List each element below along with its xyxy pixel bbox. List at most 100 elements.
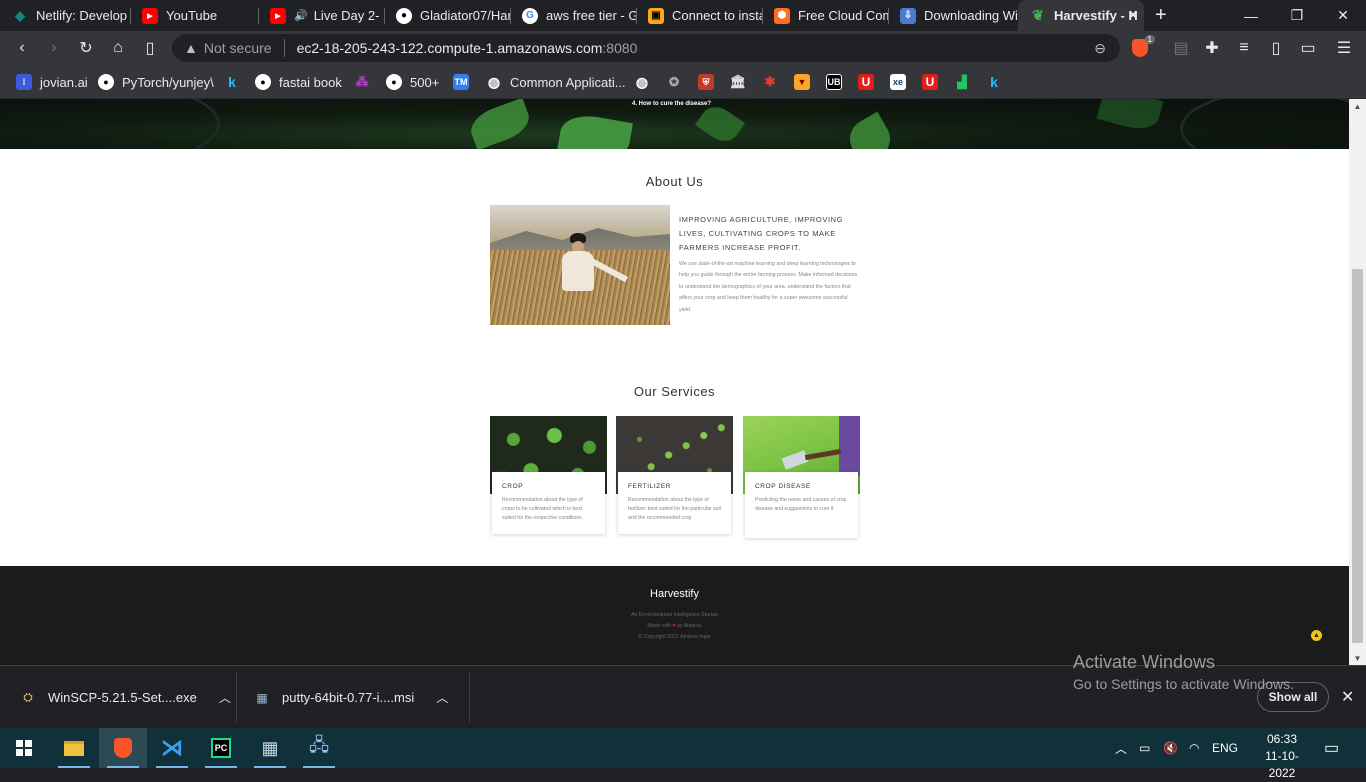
bookmark-pytorch[interactable]: ● PyTorch/yunjey\ <box>98 72 214 92</box>
bookmark-u2[interactable]: U <box>922 72 938 92</box>
badge-icon: ▼ <box>794 74 810 90</box>
language-indicator[interactable]: ENG <box>1212 728 1238 768</box>
u-icon: U <box>922 74 938 90</box>
tab-downloading[interactable]: ⇩ Downloading Wi <box>888 0 1018 31</box>
sidebar-icon[interactable]: ▯ <box>1265 37 1287 59</box>
scroll-down-icon[interactable]: ▼ <box>1349 651 1366 665</box>
scroll-up-icon[interactable]: ▲ <box>1349 99 1366 113</box>
cloud-hex-icon: ⬢ <box>774 7 790 24</box>
github-icon: ● <box>98 74 114 90</box>
menu-icon[interactable]: ☰ <box>1333 37 1355 59</box>
rewards-icon[interactable]: ▤ <box>1170 37 1192 59</box>
back-to-top-icon[interactable]: ▲ <box>1311 630 1322 641</box>
network-tool-icon[interactable]: 🖧 <box>295 728 343 768</box>
download-filename: putty-64bit-0.77-i....msi <box>282 690 415 705</box>
bookmark-xe[interactable]: xe <box>890 72 906 92</box>
bookmark-kaggle[interactable]: k <box>224 72 240 92</box>
service-card-crop-disease[interactable]: Crop Disease Predicting the name and cau… <box>743 416 860 538</box>
bookmark-kaggle-2[interactable]: k <box>986 72 1002 92</box>
warning-icon[interactable]: ▲ <box>184 40 198 56</box>
tray-chevron-icon[interactable]: ︿ <box>1115 728 1127 768</box>
tab-title: Netlify: Develop <box>36 8 128 23</box>
bookmark-jovian[interactable]: ⁞ jovian.ai <box>16 72 88 92</box>
bookmark-tm[interactable]: TM <box>453 72 469 92</box>
extensions-icon[interactable]: ✚ <box>1201 37 1223 59</box>
bookmark-building[interactable]: 🏛 <box>730 72 747 92</box>
bookmark-shield[interactable]: ⛨ <box>698 72 714 92</box>
bars-icon: ▟ <box>957 75 967 89</box>
address-bar[interactable]: ▲ Not secure ec2-18-205-243-122.compute-… <box>172 34 1120 62</box>
close-tab-icon[interactable]: ✕ <box>1128 8 1138 22</box>
maple-icon: ✱ <box>764 74 776 89</box>
close-window-button[interactable]: ✕ <box>1320 0 1366 31</box>
reload-icon[interactable]: ↻ <box>75 37 97 59</box>
new-tab-button[interactable]: + <box>1155 4 1167 27</box>
wifi-icon[interactable]: ◠ <box>1189 728 1199 768</box>
home-icon[interactable]: ⌂ <box>107 37 129 59</box>
jovian-icon: ⁞ <box>16 74 32 90</box>
download-winscp[interactable]: ⛭ WinSCP-5.21.5-Set....exe ︿ <box>20 666 231 729</box>
tab-harvestify[interactable]: ❦ Harvestify - H ✕ <box>1018 0 1144 31</box>
bookmark-ub[interactable]: UB <box>826 72 842 92</box>
start-icon[interactable] <box>0 728 48 768</box>
brave-browser-icon[interactable] <box>99 728 147 768</box>
vscode-icon[interactable]: ⋊ <box>148 728 196 768</box>
tab-live-day[interactable]: ▶ 🔊 Live Day 2- D <box>258 0 384 31</box>
tab-title: Connect to instan <box>672 8 762 23</box>
google-icon: G <box>522 7 538 24</box>
brave-shield-icon[interactable]: 1 <box>1129 35 1155 59</box>
minimize-button[interactable]: — <box>1228 0 1274 31</box>
footer-brand[interactable]: Harvestify <box>0 588 1349 600</box>
page-scrollbar[interactable]: ▲ ▼ <box>1349 99 1366 665</box>
putty-app-icon[interactable]: ▦ <box>246 728 294 768</box>
leaf-icon: ❦ <box>1032 7 1044 23</box>
chevron-up-icon[interactable]: ︿ <box>219 689 231 706</box>
services-title: Our Services <box>633 384 716 399</box>
bookmark-maple[interactable]: ✱ <box>762 72 778 92</box>
forward-icon[interactable]: › <box>43 37 65 59</box>
tab-google[interactable]: G aws free tier - Go <box>510 0 636 31</box>
back-icon[interactable]: ‹ <box>11 37 33 59</box>
bookmark-badge[interactable]: ▼ <box>794 72 810 92</box>
notification-icon[interactable]: ▭ <box>1324 728 1339 768</box>
download-putty[interactable]: ▦ putty-64bit-0.77-i....msi ︿ <box>254 666 448 729</box>
bookmark-fastai[interactable]: ● fastai book <box>255 72 342 92</box>
youtube-icon: ▶ <box>142 7 158 24</box>
bookmark-bars[interactable]: ▟ <box>954 72 970 92</box>
security-label[interactable]: Not secure <box>204 40 272 56</box>
file-explorer-icon[interactable] <box>50 728 98 768</box>
media-queue-icon[interactable]: ≡ <box>1233 37 1255 59</box>
bookmark-label: jovian.ai <box>40 74 88 90</box>
tab-free-cloud[interactable]: ⬢ Free Cloud Comp <box>762 0 888 31</box>
close-shelf-icon[interactable]: ✕ <box>1341 687 1354 707</box>
tab-github[interactable]: ● Gladiator07/Har <box>384 0 510 31</box>
volume-mute-icon[interactable]: 🔇 <box>1163 728 1178 768</box>
battery-icon[interactable]: ▭ <box>1139 728 1150 768</box>
zoom-icon[interactable]: ⊖ <box>1094 40 1106 57</box>
service-card-fertilizer[interactable]: Fertilizer Recommendation about the type… <box>616 416 733 534</box>
bookmark-icon[interactable]: ▯ <box>139 37 161 59</box>
service-card-crop[interactable]: Crop Recommendation about the type of cr… <box>490 416 607 534</box>
wallet-icon[interactable]: ▭ <box>1297 37 1319 59</box>
bookmarks-bar: ⁞ jovian.ai ● PyTorch/yunjey\ k ● fastai bo… <box>0 65 1366 99</box>
scroll-thumb[interactable] <box>1352 269 1363 643</box>
bookmark-common-app[interactable]: ◍ Common Applicati... <box>486 72 626 92</box>
tab-aws-connect[interactable]: ▣ Connect to instan <box>636 0 762 31</box>
kaggle-icon: k <box>228 74 236 90</box>
xe-icon: xe <box>890 74 906 90</box>
globe-icon: ◍ <box>635 73 649 90</box>
bookmark-crest[interactable]: ✪ <box>666 72 682 92</box>
speaker-icon[interactable]: 🔊 <box>294 9 308 22</box>
bookmark-u1[interactable]: U <box>858 72 874 92</box>
heart-icon: ♥ <box>672 623 676 629</box>
bookmark-500[interactable]: ● 500+ <box>386 72 439 92</box>
kaggle-icon: k <box>990 74 998 90</box>
restore-button[interactable]: ❐ <box>1274 0 1320 31</box>
bookmark-globe[interactable]: ◍ <box>634 72 650 92</box>
tab-youtube[interactable]: ▶ YouTube <box>130 0 258 31</box>
pycharm-icon[interactable]: PC <box>197 728 245 768</box>
bookmark-pixel[interactable]: ⁂ <box>354 72 370 92</box>
clock[interactable]: 06:33 11-10-2022 <box>1252 731 1312 782</box>
chevron-up-icon[interactable]: ︿ <box>436 689 448 706</box>
tab-netlify[interactable]: ◆ Netlify: Develop <box>0 0 130 31</box>
